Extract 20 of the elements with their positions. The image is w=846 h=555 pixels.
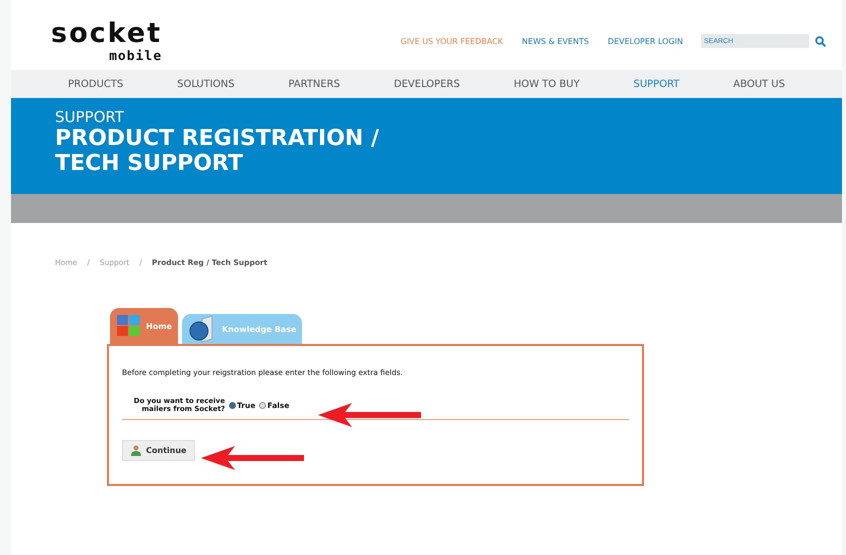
page-title: TECH SUPPORT	[55, 151, 244, 176]
nav-item[interactable]: PRODUCTS	[68, 78, 124, 90]
page-title: PRODUCT REGISTRATION /	[55, 126, 380, 151]
nav-item[interactable]: ABOUT US	[733, 78, 785, 90]
header-link[interactable]: NEWS & EVENTS	[522, 36, 589, 46]
radio-button[interactable]	[229, 402, 236, 408]
nav-item[interactable]: DEVELOPERS	[394, 78, 460, 90]
windows-tile-icon	[116, 314, 142, 338]
search-icon[interactable]	[815, 36, 826, 46]
logo-subtitle: mobile	[109, 49, 162, 64]
nav-item[interactable]: PARTNERS	[288, 78, 340, 90]
nav-item[interactable]: SOLUTIONS	[177, 78, 234, 90]
continue-button[interactable]: Continue	[122, 440, 196, 461]
radio-button[interactable]	[259, 402, 266, 408]
section-label: SUPPORT	[55, 108, 125, 126]
header-link[interactable]: DEVELOPER LOGIN	[608, 36, 683, 46]
person-icon	[131, 445, 141, 456]
logo-wordmark: socket	[51, 18, 162, 49]
nav-item[interactable]: HOW TO BUY	[514, 78, 580, 90]
nav-item[interactable]: SUPPORT	[633, 78, 680, 90]
